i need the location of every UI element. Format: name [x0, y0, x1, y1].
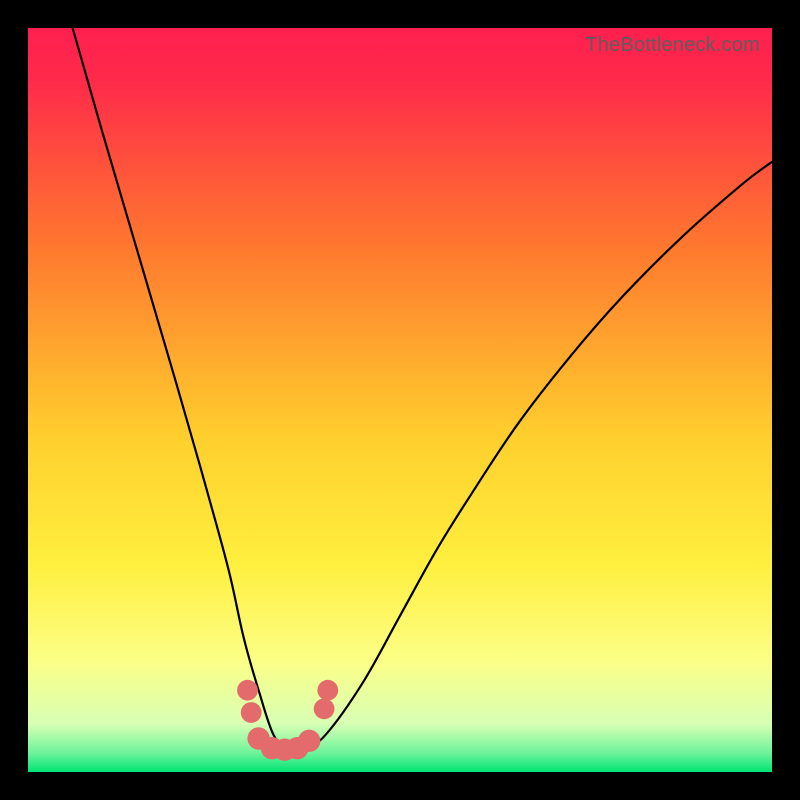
gradient-background	[28, 28, 772, 772]
curve-marker	[314, 698, 335, 719]
chart-svg	[28, 28, 772, 772]
plot-area: TheBottleneck.com	[28, 28, 772, 772]
curve-marker	[298, 730, 320, 752]
curve-marker	[241, 702, 262, 723]
curve-marker	[317, 680, 338, 701]
curve-marker	[237, 680, 258, 701]
chart-frame: TheBottleneck.com	[0, 0, 800, 800]
watermark-text: TheBottleneck.com	[585, 34, 760, 57]
